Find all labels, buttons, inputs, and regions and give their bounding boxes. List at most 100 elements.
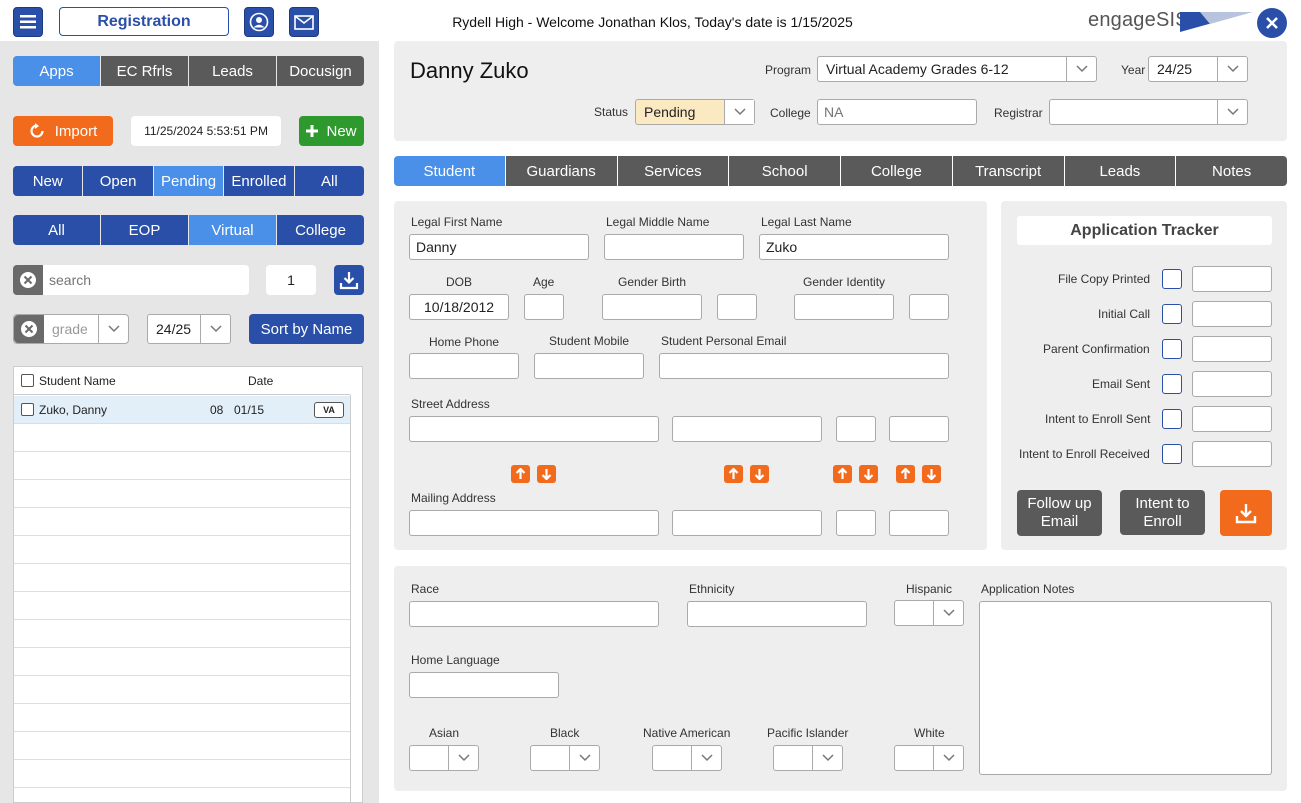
tab-services[interactable]: Services [617, 156, 730, 186]
clear-grade-button[interactable] [14, 315, 44, 343]
tab-student[interactable]: Student [394, 156, 506, 186]
profile-button[interactable] [244, 7, 274, 37]
pacific-islander-select[interactable] [773, 745, 843, 771]
copy-up-button[interactable] [724, 465, 743, 483]
tracker-date-input[interactable] [1192, 441, 1272, 467]
select-all-checkbox[interactable] [21, 374, 34, 387]
gender-birth-code-input[interactable] [717, 294, 757, 320]
college-input[interactable] [817, 99, 977, 125]
street-state-input[interactable] [836, 416, 876, 442]
registrar-select[interactable] [1049, 99, 1248, 125]
mailing-zip-input[interactable] [889, 510, 949, 536]
grade-select[interactable]: grade [13, 314, 129, 344]
tracker-date-input[interactable] [1192, 301, 1272, 327]
tracker-checkbox[interactable] [1162, 304, 1182, 324]
arrow-down-icon [541, 469, 552, 480]
search-input[interactable] [43, 265, 249, 295]
copy-down-button[interactable] [859, 465, 878, 483]
tab-transcript[interactable]: Transcript [952, 156, 1065, 186]
street-address-input[interactable] [409, 416, 659, 442]
filter-all[interactable]: All [294, 166, 364, 196]
white-select[interactable] [894, 745, 964, 771]
tracker-date-input[interactable] [1192, 406, 1272, 432]
race-input[interactable] [409, 601, 659, 627]
row-checkbox[interactable] [21, 403, 34, 416]
filter-pending[interactable]: Pending [153, 166, 225, 196]
tab-docusign[interactable]: Docusign [277, 56, 364, 86]
copy-down-button[interactable] [750, 465, 769, 483]
legal-first-name-input[interactable]: Danny [409, 234, 589, 260]
clear-search-button[interactable] [13, 265, 43, 295]
tracker-date-input[interactable] [1192, 371, 1272, 397]
filter-new[interactable]: New [13, 166, 84, 196]
tracker-checkbox[interactable] [1162, 269, 1182, 289]
tracker-download-button[interactable] [1220, 490, 1272, 536]
personal-email-input[interactable] [659, 353, 949, 379]
new-button[interactable]: New [299, 116, 364, 146]
black-select[interactable] [530, 745, 600, 771]
status-select[interactable]: Pending [635, 99, 755, 125]
sort-by-name-button[interactable]: Sort by Name [249, 314, 364, 344]
tab-leads[interactable]: Leads [1064, 156, 1177, 186]
import-button[interactable]: Import [13, 116, 113, 146]
native-american-select[interactable] [652, 745, 722, 771]
tab-notes[interactable]: Notes [1176, 156, 1287, 186]
street-zip-input[interactable] [889, 416, 949, 442]
filter-enrolled[interactable]: Enrolled [224, 166, 295, 196]
gender-identity-code-input[interactable] [909, 294, 949, 320]
ethnicity-input[interactable] [687, 601, 867, 627]
tracker-checkbox[interactable] [1162, 339, 1182, 359]
student-mobile-input[interactable] [534, 353, 644, 379]
mailing-city-input[interactable] [672, 510, 822, 536]
tab-college[interactable]: College [841, 156, 953, 186]
intent-to-enroll-button[interactable]: Intent to Enroll [1120, 490, 1205, 535]
hispanic-select[interactable] [894, 600, 964, 626]
copy-down-button[interactable] [537, 465, 556, 483]
home-phone-input[interactable] [409, 353, 519, 379]
program-select[interactable]: Virtual Academy Grades 6-12 [817, 56, 1097, 82]
download-list-button[interactable] [334, 265, 364, 295]
age-input[interactable] [524, 294, 564, 320]
program-eop[interactable]: EOP [101, 215, 189, 245]
page-number[interactable]: 1 [266, 265, 316, 295]
legal-last-name-input[interactable]: Zuko [759, 234, 949, 260]
gender-identity-input[interactable] [794, 294, 894, 320]
legal-middle-name-input[interactable] [604, 234, 744, 260]
street-city-input[interactable] [672, 416, 822, 442]
asian-select[interactable] [409, 745, 479, 771]
table-row[interactable]: Zuko, Danny 08 01/15 VA [14, 396, 350, 424]
application-notes-textarea[interactable] [979, 601, 1272, 775]
program-college[interactable]: College [277, 215, 364, 245]
tracker-date-input[interactable] [1192, 266, 1272, 292]
tab-apps[interactable]: Apps [13, 56, 101, 86]
menu-button[interactable] [13, 7, 43, 37]
tab-school[interactable]: School [729, 156, 841, 186]
program-virtual[interactable]: Virtual [189, 215, 277, 245]
mailing-address-input[interactable] [409, 510, 659, 536]
close-button[interactable] [1257, 8, 1287, 38]
dob-input[interactable]: 10/18/2012 [409, 294, 509, 320]
mail-button[interactable] [289, 7, 319, 37]
year-select[interactable]: 24/25 [147, 314, 231, 344]
tracker-checkbox[interactable] [1162, 444, 1182, 464]
copy-up-button[interactable] [833, 465, 852, 483]
native-american-label: Native American [643, 726, 731, 740]
copy-down-button[interactable] [922, 465, 941, 483]
copy-up-button[interactable] [511, 465, 530, 483]
program-all[interactable]: All [13, 215, 101, 245]
tracker-checkbox[interactable] [1162, 374, 1182, 394]
tracker-checkbox[interactable] [1162, 409, 1182, 429]
tab-ec-rfrls[interactable]: EC Rfrls [101, 56, 189, 86]
tab-leads[interactable]: Leads [189, 56, 277, 86]
registration-button[interactable]: Registration [59, 7, 229, 36]
header-year-select[interactable]: 24/25 [1148, 56, 1248, 82]
follow-up-email-button[interactable]: Follow up Email [1017, 490, 1102, 536]
mailing-state-input[interactable] [836, 510, 876, 536]
copy-up-button[interactable] [896, 465, 915, 483]
tab-guardians[interactable]: Guardians [505, 156, 618, 186]
home-language-input[interactable] [409, 672, 559, 698]
filter-open[interactable]: Open [83, 166, 154, 196]
tracker-date-input[interactable] [1192, 336, 1272, 362]
scrollbar-track[interactable] [350, 395, 351, 803]
gender-birth-input[interactable] [602, 294, 702, 320]
